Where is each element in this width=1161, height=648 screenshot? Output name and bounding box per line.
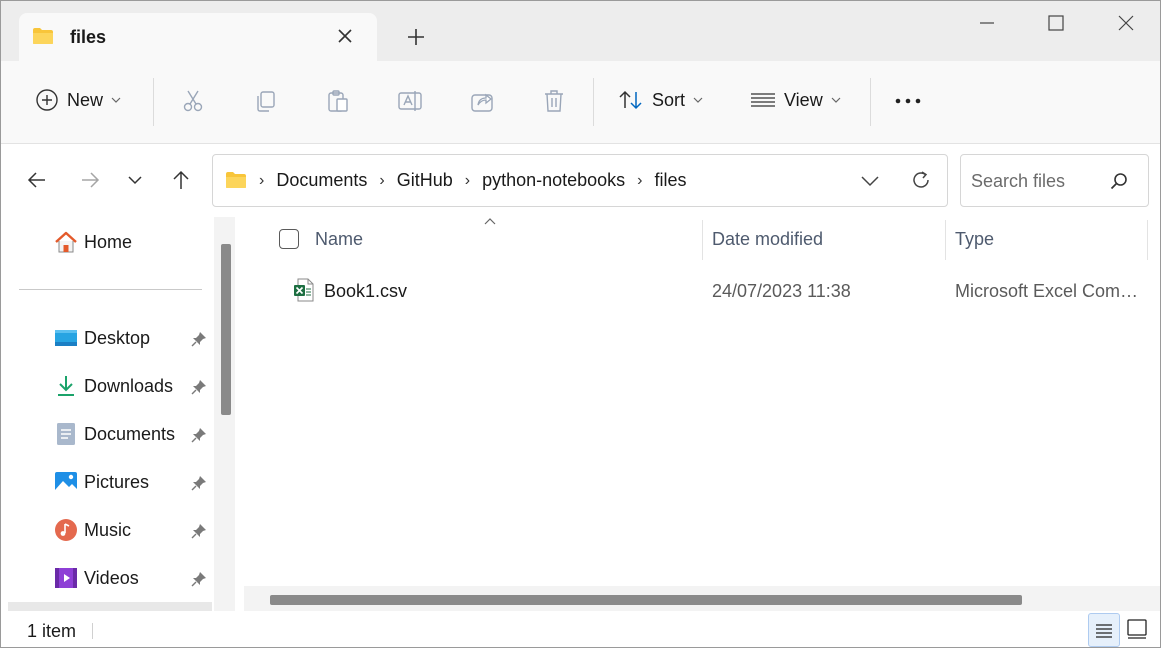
select-all-checkbox[interactable] [279,229,299,249]
column-divider[interactable] [945,220,946,260]
sort-icon [619,90,642,110]
details-view-button[interactable] [1088,613,1120,647]
sidebar-scrollbar-thumb[interactable] [221,244,231,415]
up-arrow-icon[interactable] [169,168,193,192]
sort-button[interactable]: Sort [618,88,703,112]
breadcrumb-item[interactable]: Documents [276,170,367,191]
folder-icon [226,172,246,188]
view-list-icon [751,93,775,107]
maximize-icon[interactable] [1044,11,1068,35]
large-icons-view-icon[interactable] [1125,617,1149,641]
column-header-date-modified[interactable]: Date modified [712,229,823,250]
navigation-pane: Home Desktop Downloads Documents Picture… [1,214,241,611]
pin-icon[interactable] [191,475,207,491]
address-dropdown-icon[interactable] [859,171,881,191]
recent-locations-chevron-icon[interactable] [123,168,147,192]
excel-csv-icon [294,278,314,302]
cut-icon[interactable] [179,87,207,115]
chevron-down-icon [693,97,703,103]
divider [92,623,93,639]
minimize-icon[interactable] [975,11,999,35]
sidebar-item-pictures[interactable]: Pictures [53,467,149,497]
sidebar-item-downloads[interactable]: Downloads [53,371,173,401]
chevron-right-icon[interactable]: › [637,172,642,190]
chevron-down-icon [831,97,841,103]
horizontal-scrollbar-thumb[interactable] [270,595,1022,605]
breadcrumb-item[interactable]: GitHub [397,170,453,191]
rename-icon[interactable] [396,87,424,115]
downloads-icon [58,376,74,396]
chevron-right-icon[interactable]: › [379,172,384,190]
column-divider[interactable] [1147,220,1148,260]
sidebar-horizontal-scrollbar[interactable] [8,602,212,611]
file-type: Microsoft Excel Com… [955,281,1139,301]
column-header-name[interactable]: Name [315,229,363,250]
file-explorer-window: files New Sort View › Documents › GitHub… [0,0,1161,648]
back-arrow-icon[interactable] [25,168,49,192]
view-button[interactable]: View [750,88,841,112]
desktop-icon [55,330,77,346]
videos-icon [55,568,77,588]
breadcrumb-item[interactable]: files [655,170,687,191]
new-button[interactable]: New [35,88,121,112]
music-icon [55,519,77,541]
breadcrumb-item[interactable]: python-notebooks [482,170,625,191]
sidebar-item-home[interactable]: Home [53,227,132,257]
separator [153,78,154,126]
item-count: 1 item [27,621,77,641]
status-bar: 1 item [1,611,1160,647]
details-view-icon [1096,624,1112,638]
documents-icon [57,423,75,445]
chevron-down-icon [111,97,121,103]
sidebar-item-music[interactable]: Music [53,515,131,545]
pin-icon[interactable] [191,427,207,443]
search-input[interactable] [971,169,1101,193]
table-row[interactable]: Book1.csv 24/07/2023 11:38 Microsoft Exc… [241,274,1141,308]
address-bar[interactable]: › Documents › GitHub › python-notebooks … [212,154,948,207]
add-circle-icon [36,89,58,111]
share-icon[interactable] [468,87,496,115]
command-bar: New Sort View [1,61,1160,144]
breadcrumb: › Documents › GitHub › python-notebooks … [259,170,687,191]
new-tab-plus-icon[interactable] [405,26,427,48]
sort-ascending-icon [484,218,496,225]
title-bar: files [1,1,1160,61]
sidebar-item-videos[interactable]: Videos [53,563,139,593]
close-tab-icon[interactable] [334,25,356,47]
address-row: › Documents › GitHub › python-notebooks … [1,144,1160,214]
column-divider[interactable] [702,220,703,260]
file-list: Name Date modified Type Book1.csv 24/07/… [241,214,1160,611]
chevron-right-icon[interactable]: › [259,172,264,190]
file-date-modified: 24/07/2023 11:38 [712,281,851,301]
separator [870,78,871,126]
more-options-icon[interactable] [894,87,922,115]
search-icon[interactable] [1109,171,1129,191]
file-name: Book1.csv [324,281,408,301]
sidebar-item-desktop[interactable]: Desktop [53,323,150,353]
divider [19,289,202,290]
close-window-icon[interactable] [1114,11,1138,35]
search-box[interactable] [960,154,1149,207]
separator [593,78,594,126]
pin-icon[interactable] [191,523,207,539]
refresh-icon[interactable] [910,169,932,191]
delete-icon[interactable] [540,87,568,115]
paste-icon[interactable] [324,87,352,115]
copy-icon[interactable] [252,87,280,115]
pin-icon[interactable] [191,331,207,347]
forward-arrow-icon[interactable] [78,168,102,192]
folder-icon [33,28,53,44]
sidebar-item-documents[interactable]: Documents [53,419,175,449]
pictures-icon [55,472,77,492]
pin-icon[interactable] [191,379,207,395]
home-icon [55,231,77,253]
chevron-right-icon[interactable]: › [465,172,470,190]
column-header-type[interactable]: Type [955,229,994,250]
pin-icon[interactable] [191,571,207,587]
tab-title: files [70,27,107,47]
tab-files[interactable]: files [19,13,377,61]
